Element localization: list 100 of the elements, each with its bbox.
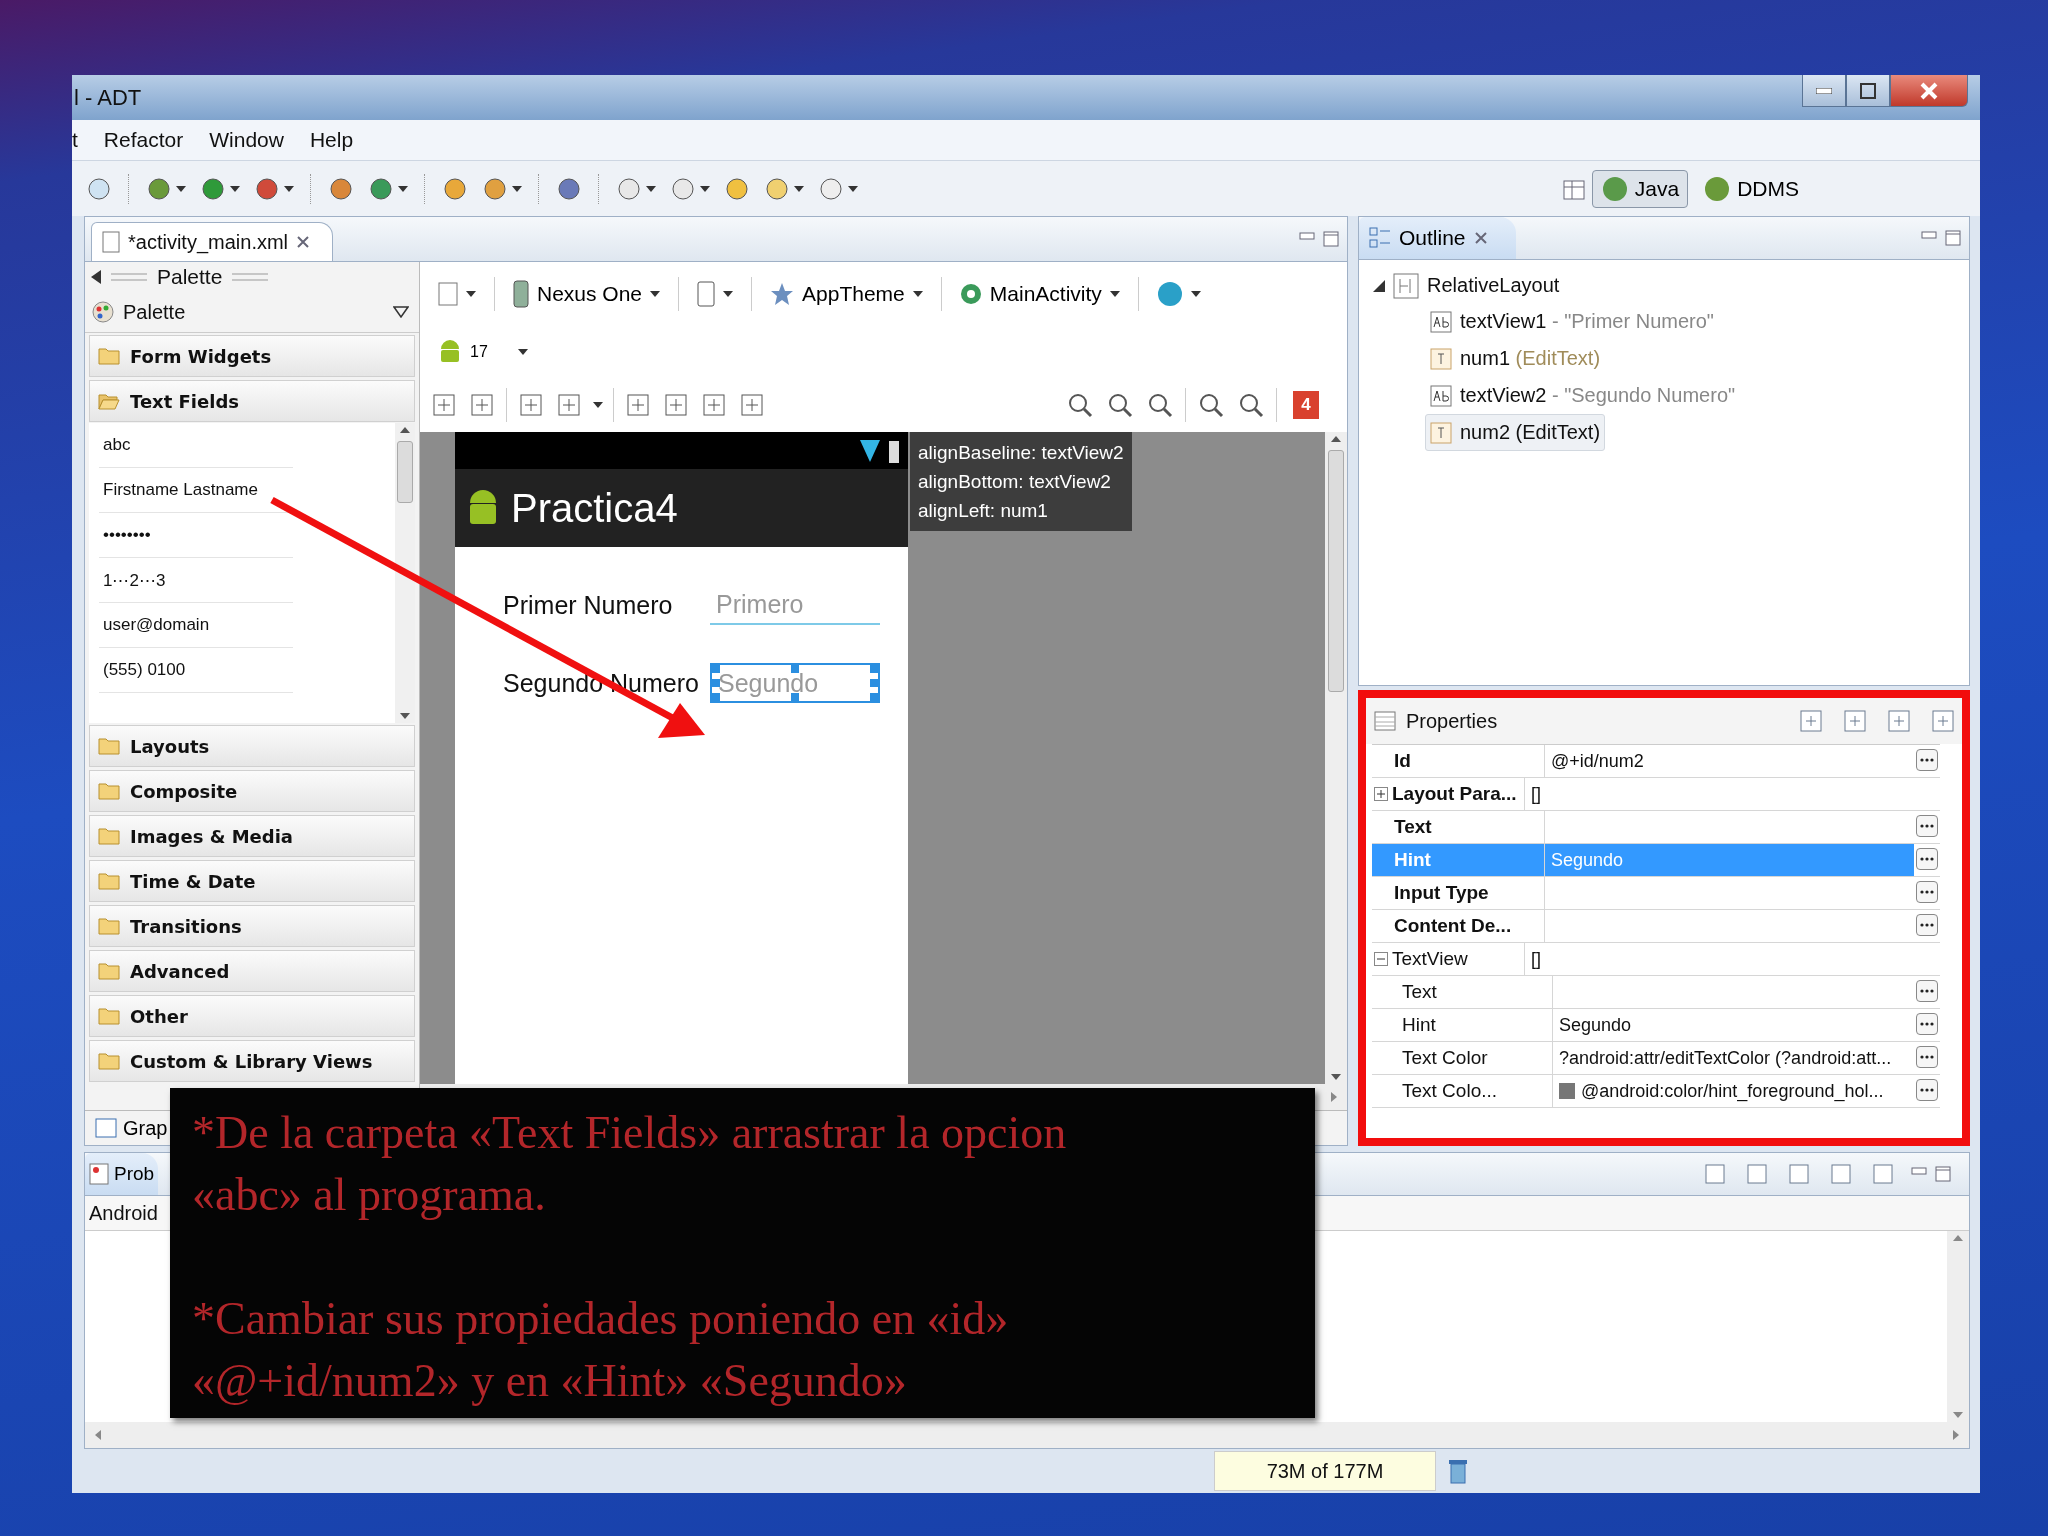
api-level-dropdown[interactable]: 17 xyxy=(434,335,532,369)
palette-category[interactable]: Layouts xyxy=(89,725,415,767)
maximize-icon[interactable] xyxy=(1945,230,1961,246)
tree-item[interactable]: num2 (EditText) xyxy=(1425,414,1606,451)
palette-category[interactable]: Transitions xyxy=(89,905,415,947)
scrollbar-thumb[interactable] xyxy=(397,441,413,503)
scroll-right-icon[interactable] xyxy=(1331,1092,1337,1102)
more-button[interactable] xyxy=(1916,815,1938,837)
palette-category[interactable]: Custom & Library Views xyxy=(89,1040,415,1082)
dropdown-caret-icon[interactable] xyxy=(1109,291,1120,297)
dropdown-caret-icon[interactable] xyxy=(848,185,858,192)
property-value[interactable]: Segundo xyxy=(1559,1014,1632,1036)
dropdown-caret-icon[interactable] xyxy=(646,185,656,192)
scroll-down-icon[interactable] xyxy=(1953,1412,1963,1418)
problems-tab[interactable]: Prob xyxy=(85,1153,159,1195)
tree-item[interactable]: RelativeLayout xyxy=(1427,274,1560,297)
more-button[interactable] xyxy=(1916,749,1938,771)
dropdown-caret-icon[interactable] xyxy=(593,402,603,408)
property-value[interactable]: [] xyxy=(1531,948,1541,970)
perspective-button[interactable]: DDMS xyxy=(1694,169,1808,208)
device-dropdown[interactable]: Nexus One xyxy=(509,276,665,312)
scrollbar-thumb[interactable] xyxy=(1328,450,1344,692)
palette-category[interactable]: Composite xyxy=(89,770,415,812)
palette-category[interactable]: Time & Date xyxy=(89,860,415,902)
menu-item[interactable]: Help xyxy=(296,128,367,152)
tree-item[interactable]: num1 (EditText) xyxy=(1425,340,1606,377)
maximize-button[interactable] xyxy=(1846,75,1890,107)
palette-selector[interactable]: Palette xyxy=(123,300,186,324)
relative-layout-icon xyxy=(1393,272,1419,299)
scroll-up-icon[interactable] xyxy=(1953,1235,1963,1241)
scroll-down-icon[interactable] xyxy=(400,713,410,719)
minimize-icon[interactable] xyxy=(1911,1166,1927,1176)
menu-item[interactable]: Refactor xyxy=(90,128,197,152)
minimize-icon[interactable] xyxy=(1921,230,1937,240)
scroll-up-icon[interactable] xyxy=(1331,436,1341,442)
close-icon[interactable] xyxy=(296,235,311,249)
more-button[interactable] xyxy=(1916,1079,1938,1101)
graphical-layout-tab[interactable]: Grap xyxy=(85,1115,174,1141)
more-button[interactable] xyxy=(1916,881,1938,903)
dropdown-caret-icon[interactable] xyxy=(176,185,186,192)
minimize-icon[interactable] xyxy=(1299,231,1315,241)
tree-item[interactable]: textView1 - "Primer Numero" xyxy=(1425,303,1719,340)
theme-dropdown[interactable]: AppTheme xyxy=(766,278,927,310)
perspective-button[interactable]: Java xyxy=(1591,169,1689,208)
more-button[interactable] xyxy=(1916,1046,1938,1068)
property-value[interactable]: @android:color/hint_foreground_hol... xyxy=(1581,1080,1884,1102)
dropdown-caret-icon[interactable] xyxy=(794,185,804,192)
property-value[interactable]: [] xyxy=(1531,783,1541,805)
palette-item[interactable]: Firstname Lastname xyxy=(103,480,258,500)
dropdown-caret-icon[interactable] xyxy=(398,185,408,192)
activity-dropdown[interactable]: MainActivity xyxy=(955,278,1124,310)
property-value[interactable]: ?android:attr/editTextColor (?android:att... xyxy=(1559,1047,1892,1069)
menu-item[interactable]: Window xyxy=(196,128,297,152)
palette-category[interactable]: Text Fields xyxy=(89,380,415,422)
property-value[interactable]: @+id/num2 xyxy=(1551,750,1644,772)
palette-category[interactable]: Advanced xyxy=(89,950,415,992)
collapse-icon[interactable] xyxy=(1374,952,1388,966)
expanded-triangle-icon[interactable] xyxy=(1373,279,1385,292)
palette-category[interactable]: Other xyxy=(89,995,415,1037)
more-button[interactable] xyxy=(1916,848,1938,870)
more-button[interactable] xyxy=(1916,1013,1938,1035)
palette-item[interactable]: user@domain xyxy=(103,615,210,635)
dropdown-caret-icon[interactable] xyxy=(912,291,923,297)
layout-file-icon xyxy=(438,282,458,306)
dropdown-triangle-icon[interactable] xyxy=(393,306,409,318)
maximize-icon[interactable] xyxy=(1935,1166,1951,1182)
grip-lines-icon xyxy=(232,272,269,282)
scroll-down-icon[interactable] xyxy=(1331,1074,1341,1080)
scroll-left-icon[interactable] xyxy=(95,1430,101,1440)
palette-item[interactable]: •••••••• xyxy=(103,525,151,545)
outline-tab[interactable]: Outline xyxy=(1359,217,1516,259)
dropdown-caret-icon[interactable] xyxy=(512,185,522,192)
dropdown-caret-icon[interactable] xyxy=(650,291,661,297)
activity-icon xyxy=(959,283,982,305)
dropdown-caret-icon[interactable] xyxy=(284,185,294,192)
scroll-right-icon[interactable] xyxy=(1953,1430,1959,1440)
palette-item[interactable]: 1⋯2⋯3 xyxy=(103,569,166,591)
more-button[interactable] xyxy=(1916,980,1938,1002)
dropdown-caret-icon[interactable] xyxy=(466,291,476,297)
scroll-up-icon[interactable] xyxy=(400,427,410,433)
editor-tab[interactable]: *activity_main.xml xyxy=(91,222,334,261)
more-button[interactable] xyxy=(1916,914,1938,936)
rotate-phone-icon xyxy=(697,281,716,307)
dropdown-caret-icon[interactable] xyxy=(230,185,240,192)
dropdown-caret-icon[interactable] xyxy=(723,291,734,297)
palette-item[interactable]: (555) 0100 xyxy=(103,660,186,680)
collapse-triangle-icon[interactable] xyxy=(91,270,101,284)
close-icon[interactable] xyxy=(1473,231,1488,245)
menu-item[interactable]: t xyxy=(72,128,91,152)
minimize-button[interactable] xyxy=(1802,75,1846,107)
dropdown-caret-icon[interactable] xyxy=(700,185,710,192)
dropdown-caret-icon[interactable] xyxy=(1190,291,1201,297)
close-button[interactable] xyxy=(1890,75,1968,107)
palette-item[interactable]: abc xyxy=(103,435,131,455)
error-count-badge[interactable]: 4 xyxy=(1293,391,1319,419)
palette-category[interactable]: Form Widgets xyxy=(89,335,415,377)
tree-item[interactable]: textView2 - "Segundo Numero" xyxy=(1425,377,1741,414)
dropdown-caret-icon[interactable] xyxy=(517,349,528,355)
palette-category[interactable]: Images & Media xyxy=(89,815,415,857)
maximize-icon[interactable] xyxy=(1323,231,1339,247)
